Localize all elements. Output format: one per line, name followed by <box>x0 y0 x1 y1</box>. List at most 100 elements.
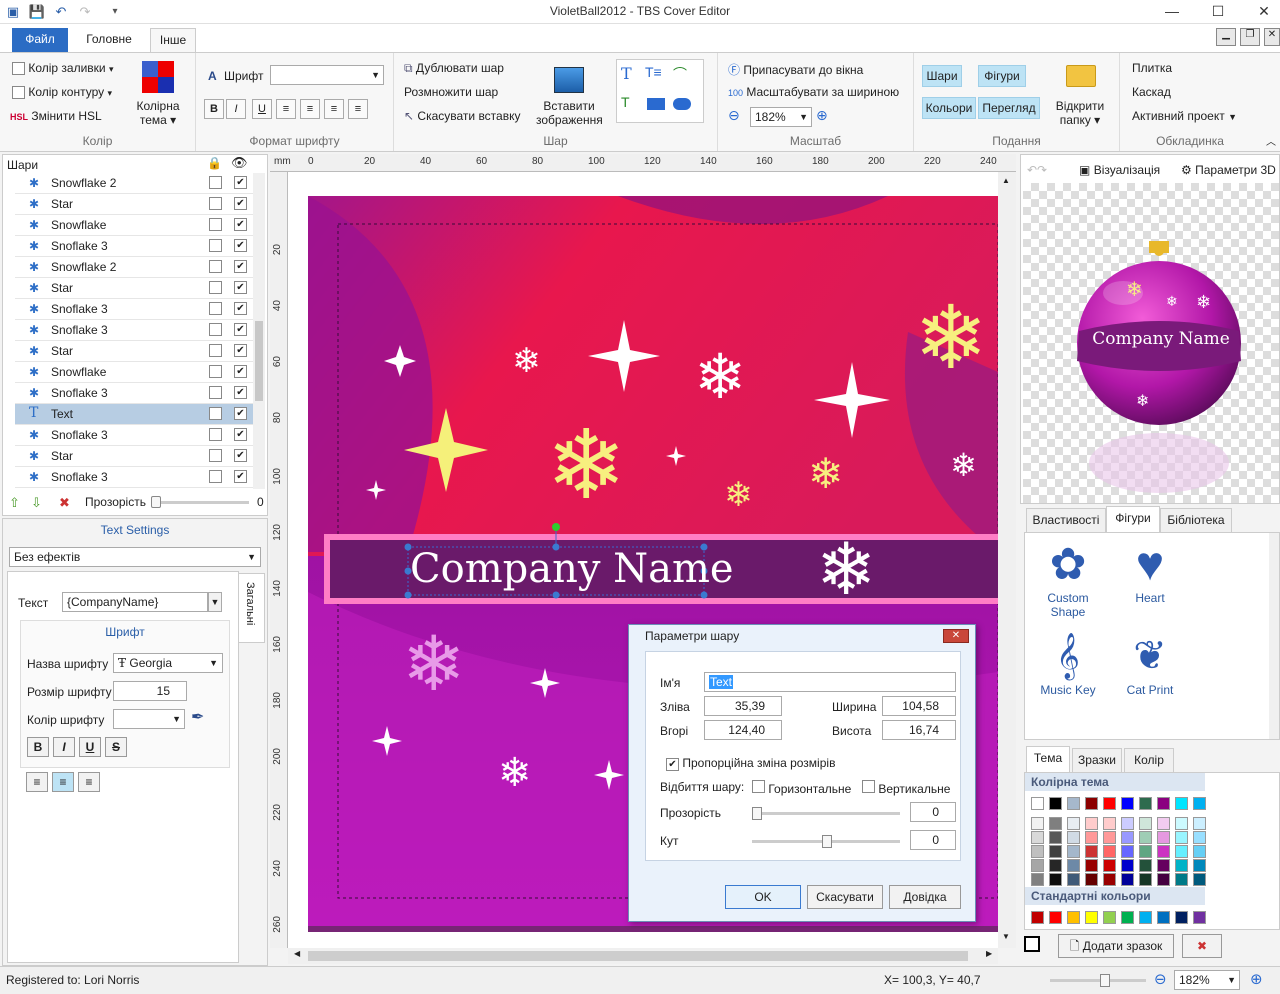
standard-color-swatch[interactable] <box>1103 911 1116 924</box>
tile-button[interactable]: Плитка <box>1132 61 1172 75</box>
text-value-input[interactable]: {CompanyName} <box>62 592 208 612</box>
general-side-tab[interactable]: Загальні <box>239 573 265 643</box>
color-swatch[interactable] <box>1067 859 1080 872</box>
canvas-hscrollbar[interactable]: ◀ ▶ <box>288 948 998 964</box>
cascade-button[interactable]: Каскад <box>1132 85 1171 99</box>
standard-color-swatch[interactable] <box>1175 911 1188 924</box>
align-left-icon[interactable]: ≡ <box>276 99 296 119</box>
layer-visible-checkbox[interactable]: ✔ <box>234 428 247 441</box>
text-layer-icon[interactable]: T <box>621 64 632 83</box>
tab-file[interactable]: Файл <box>12 28 68 52</box>
cancel-button[interactable]: Скасувати <box>807 885 883 909</box>
shape-custom[interactable]: ✿ Custom Shape <box>1029 539 1107 619</box>
strikethrough-button[interactable]: S <box>105 737 127 757</box>
color-swatch[interactable] <box>1121 831 1134 844</box>
status-zoom-in-icon[interactable]: ⊕ <box>1250 970 1263 988</box>
color-swatch[interactable] <box>1175 859 1188 872</box>
layer-visible-checkbox[interactable]: ✔ <box>234 365 247 378</box>
color-swatch[interactable] <box>1031 859 1044 872</box>
layer-visible-checkbox[interactable]: ✔ <box>234 344 247 357</box>
layer-row[interactable]: ✱ Star ✔ <box>15 446 255 467</box>
colors-view-button[interactable]: Кольори <box>922 97 976 119</box>
params-3d-button[interactable]: ⚙ Параметри 3D <box>1181 163 1276 177</box>
color-swatch[interactable] <box>1157 859 1170 872</box>
fit-width-button[interactable]: 100 Масштабувати за шириною <box>728 85 899 99</box>
layer-lock-checkbox[interactable] <box>209 260 222 273</box>
layer-visible-checkbox[interactable]: ✔ <box>234 407 247 420</box>
color-swatch[interactable] <box>1049 859 1062 872</box>
color-swatch[interactable] <box>1067 797 1080 810</box>
color-swatch[interactable] <box>1157 845 1170 858</box>
layers-view-button[interactable]: Шари <box>922 65 962 87</box>
color-swatch[interactable] <box>1031 817 1044 830</box>
ribbon-bold-button[interactable]: B <box>204 99 224 119</box>
standard-color-swatch[interactable] <box>1157 911 1170 924</box>
angle-slider[interactable] <box>752 835 900 848</box>
layer-row[interactable]: ✱ Snowflake ✔ <box>15 362 255 383</box>
ribbon-underline-button[interactable]: U <box>252 99 272 119</box>
visualize-button[interactable]: ▣ Візуалізація <box>1079 163 1160 177</box>
layer-lock-checkbox[interactable] <box>209 176 222 189</box>
layer-visible-checkbox[interactable]: ✔ <box>234 470 247 483</box>
layer-row[interactable]: ✱ Star ✔ <box>15 194 255 215</box>
layer-lock-checkbox[interactable] <box>209 407 222 420</box>
move-down-icon[interactable]: ⇩ <box>31 495 42 511</box>
align-justify-icon[interactable]: ≡ <box>348 99 368 119</box>
color-swatch[interactable] <box>1193 797 1206 810</box>
standard-color-swatch[interactable] <box>1085 911 1098 924</box>
shapes-view-button[interactable]: Фігури <box>978 65 1026 87</box>
underline-button[interactable]: U <box>79 737 101 757</box>
folder-icon[interactable] <box>1066 65 1096 87</box>
layer-row[interactable]: ✱ Snowflake 2 ✔ <box>15 257 255 278</box>
color-swatch[interactable] <box>1121 845 1134 858</box>
opacity-slider[interactable] <box>151 496 249 508</box>
color-swatch[interactable] <box>1193 873 1206 886</box>
color-theme-label[interactable]: Колірна тема ▾ <box>136 99 180 127</box>
layer-visible-checkbox[interactable]: ✔ <box>234 176 247 189</box>
name-input[interactable]: Text <box>704 672 956 692</box>
ribbon-italic-button[interactable]: I <box>226 99 246 119</box>
standard-color-swatch[interactable] <box>1031 911 1044 924</box>
layer-visible-checkbox[interactable]: ✔ <box>234 281 247 294</box>
layer-visible-checkbox[interactable]: ✔ <box>234 323 247 336</box>
align-right-icon[interactable]: ≡ <box>324 99 344 119</box>
tab-samples[interactable]: Зразки <box>1072 748 1122 772</box>
open-folder-button[interactable]: Відкрити папку ▾ <box>1050 99 1110 127</box>
canvas-vscrollbar[interactable]: ▲ ▼ <box>998 172 1016 948</box>
zoom-in-icon[interactable]: ⊕ <box>816 107 828 124</box>
color-swatch[interactable] <box>1085 817 1098 830</box>
layer-row[interactable]: ✱ Snoflake 3 ✔ <box>15 467 255 488</box>
doc-close-button[interactable]: ✕ <box>1264 28 1280 46</box>
layer-lock-checkbox[interactable] <box>209 449 222 462</box>
tab-properties[interactable]: Властивості <box>1026 508 1106 532</box>
shape-music-key[interactable]: 𝄞 Music Key <box>1029 629 1107 697</box>
color-swatch[interactable] <box>1085 859 1098 872</box>
maximize-button[interactable]: ☐ <box>1198 0 1238 22</box>
color-swatch[interactable] <box>1175 845 1188 858</box>
color-swatch[interactable] <box>1031 831 1044 844</box>
italic-button[interactable]: I <box>53 737 75 757</box>
layer-visible-checkbox[interactable]: ✔ <box>234 386 247 399</box>
color-swatch[interactable] <box>1193 831 1206 844</box>
proportional-checkbox[interactable]: ✔ Пропорційна зміна розмірів <box>666 756 835 771</box>
left-input[interactable]: 35,39 <box>704 696 782 716</box>
layer-row[interactable]: T Text ✔ <box>15 404 255 425</box>
preview-undo-icon[interactable]: ↶↷ <box>1027 163 1047 177</box>
color-theme-icon[interactable] <box>142 61 174 93</box>
color-swatch[interactable] <box>1085 797 1098 810</box>
active-project-button[interactable]: Активний проект ▼ <box>1132 109 1237 123</box>
color-swatch[interactable] <box>1085 873 1098 886</box>
insert-image-button[interactable]: Вставити зображення <box>536 99 603 127</box>
standard-color-swatch[interactable] <box>1067 911 1080 924</box>
help-button[interactable]: Довідка <box>889 885 961 909</box>
zoom-out-icon[interactable]: ⊖ <box>728 107 740 124</box>
curve-text-icon[interactable]: ⌒ <box>673 64 687 84</box>
color-swatch[interactable] <box>1103 797 1116 810</box>
path-text-icon[interactable]: T <box>621 94 630 110</box>
layer-row[interactable]: ✱ Snowflake 2 ✔ <box>15 173 255 194</box>
tab-home[interactable]: Головне <box>76 28 142 52</box>
color-swatch[interactable] <box>1193 817 1206 830</box>
tab-theme[interactable]: Тема <box>1026 746 1070 772</box>
tab-shapes[interactable]: Фігури <box>1106 506 1160 532</box>
text-align-left-icon[interactable]: ≡ <box>26 772 48 792</box>
